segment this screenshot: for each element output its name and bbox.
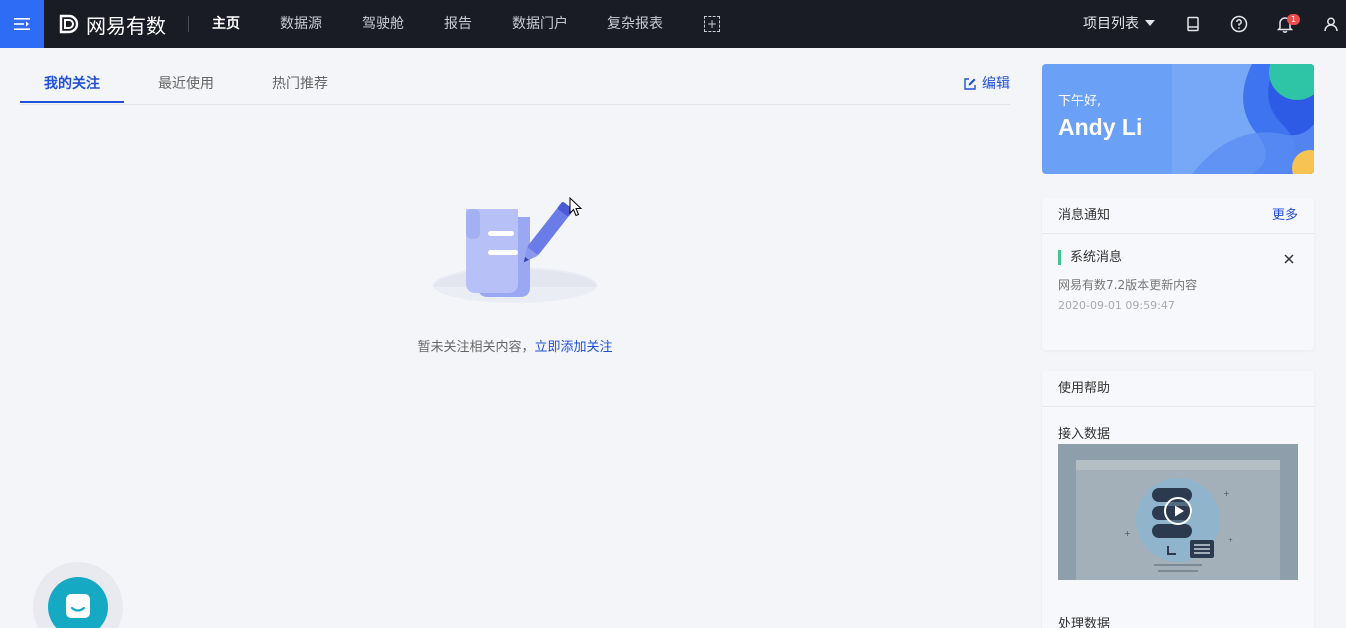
add-follow-link[interactable]: 立即添加关注 <box>535 340 613 355</box>
help-item-title: 接入数据 <box>1058 427 1111 442</box>
svg-text:+: + <box>1124 529 1131 538</box>
svg-text:+: + <box>1223 489 1230 498</box>
tab-popular[interactable]: 热门推荐 <box>272 64 328 104</box>
help-button[interactable] <box>1229 14 1249 34</box>
book-icon <box>1187 16 1199 32</box>
notice-more-link[interactable]: 更多 <box>1272 198 1298 234</box>
notice-panel-header: 消息通知 更多 <box>1042 198 1314 234</box>
nav-item-datasource[interactable]: 数据源 <box>280 0 322 48</box>
help-item-title: 处理数据 <box>1058 617 1111 628</box>
logo-icon <box>59 14 79 34</box>
notification-badge: 1 <box>1287 14 1300 25</box>
greeting-card: 下午好, Andy Li <box>1042 64 1314 174</box>
nav-item-cockpit[interactable]: 驾驶舱 <box>362 0 404 48</box>
notice-panel-title: 消息通知 <box>1058 208 1111 223</box>
chat-icon <box>66 594 90 618</box>
docs-button[interactable] <box>1183 14 1203 34</box>
add-icon: + <box>706 17 718 31</box>
nav-item-data-portal[interactable]: 数据门户 <box>512 0 568 48</box>
nav-item-complex-report[interactable]: 复杂报表 <box>607 0 663 48</box>
content-tabs: 我的关注 最近使用 热门推荐 编辑 <box>20 64 1010 105</box>
user-menu-button[interactable] <box>1321 14 1341 34</box>
caret-down-icon <box>1145 19 1155 26</box>
edit-button[interactable]: 编辑 <box>963 64 1010 104</box>
play-icon[interactable] <box>1163 496 1193 526</box>
nav-item-report[interactable]: 报告 <box>444 0 472 48</box>
user-name: Andy Li <box>1058 114 1143 140</box>
empty-state-text: 暂未关注相关内容， <box>417 340 535 355</box>
empty-state-message: 暂未关注相关内容，立即添加关注 <box>0 336 1030 355</box>
logo-divider <box>188 16 189 32</box>
project-list-label: 项目列表 <box>1083 16 1139 32</box>
notice-item[interactable]: 系统消息 网易有数7.2版本更新内容 2020-09-01 09:59:47 <box>1042 234 1314 350</box>
edit-label: 编辑 <box>982 76 1010 92</box>
project-list-dropdown[interactable]: 项目列表 <box>1083 0 1155 48</box>
svg-text:+: + <box>1228 537 1233 544</box>
help-panel-title: 使用帮助 <box>1058 381 1111 396</box>
help-icon <box>1230 15 1248 33</box>
mouse-cursor-icon <box>569 197 583 217</box>
tab-recent[interactable]: 最近使用 <box>158 64 214 104</box>
logo-text: 网易有数 <box>86 13 166 38</box>
notice-panel: 消息通知 更多 系统消息 网易有数7.2版本更新内容 2020-09-01 09… <box>1042 198 1314 350</box>
help-panel: 使用帮助 接入数据 + + + 处理数据 <box>1042 371 1314 628</box>
active-tab-indicator <box>20 101 124 103</box>
close-icon[interactable] <box>1282 252 1296 266</box>
notice-item-title: 系统消息 <box>1058 250 1122 265</box>
edit-icon <box>964 78 976 90</box>
top-navigation-bar: 网易有数 主页 数据源 驾驶舱 报告 数据门户 复杂报表 + 项目列表 1 <box>0 0 1346 48</box>
notice-item-time: 2020-09-01 09:59:47 <box>1058 299 1175 312</box>
add-nav-button[interactable]: + <box>704 16 720 32</box>
user-icon <box>1324 17 1338 32</box>
help-video-thumbnail[interactable]: + + + <box>1058 444 1298 580</box>
app-logo[interactable]: 网易有数 <box>58 10 166 38</box>
nav-item-home[interactable]: 主页 <box>212 0 240 48</box>
greeting-text: 下午好, <box>1058 94 1102 109</box>
help-panel-header: 使用帮助 <box>1042 371 1314 407</box>
chat-button[interactable] <box>48 577 108 628</box>
notice-item-desc: 网易有数7.2版本更新内容 <box>1058 278 1198 292</box>
menu-toggle-button[interactable] <box>0 0 44 48</box>
tab-my-follow[interactable]: 我的关注 <box>44 64 100 104</box>
menu-icon <box>14 18 30 30</box>
